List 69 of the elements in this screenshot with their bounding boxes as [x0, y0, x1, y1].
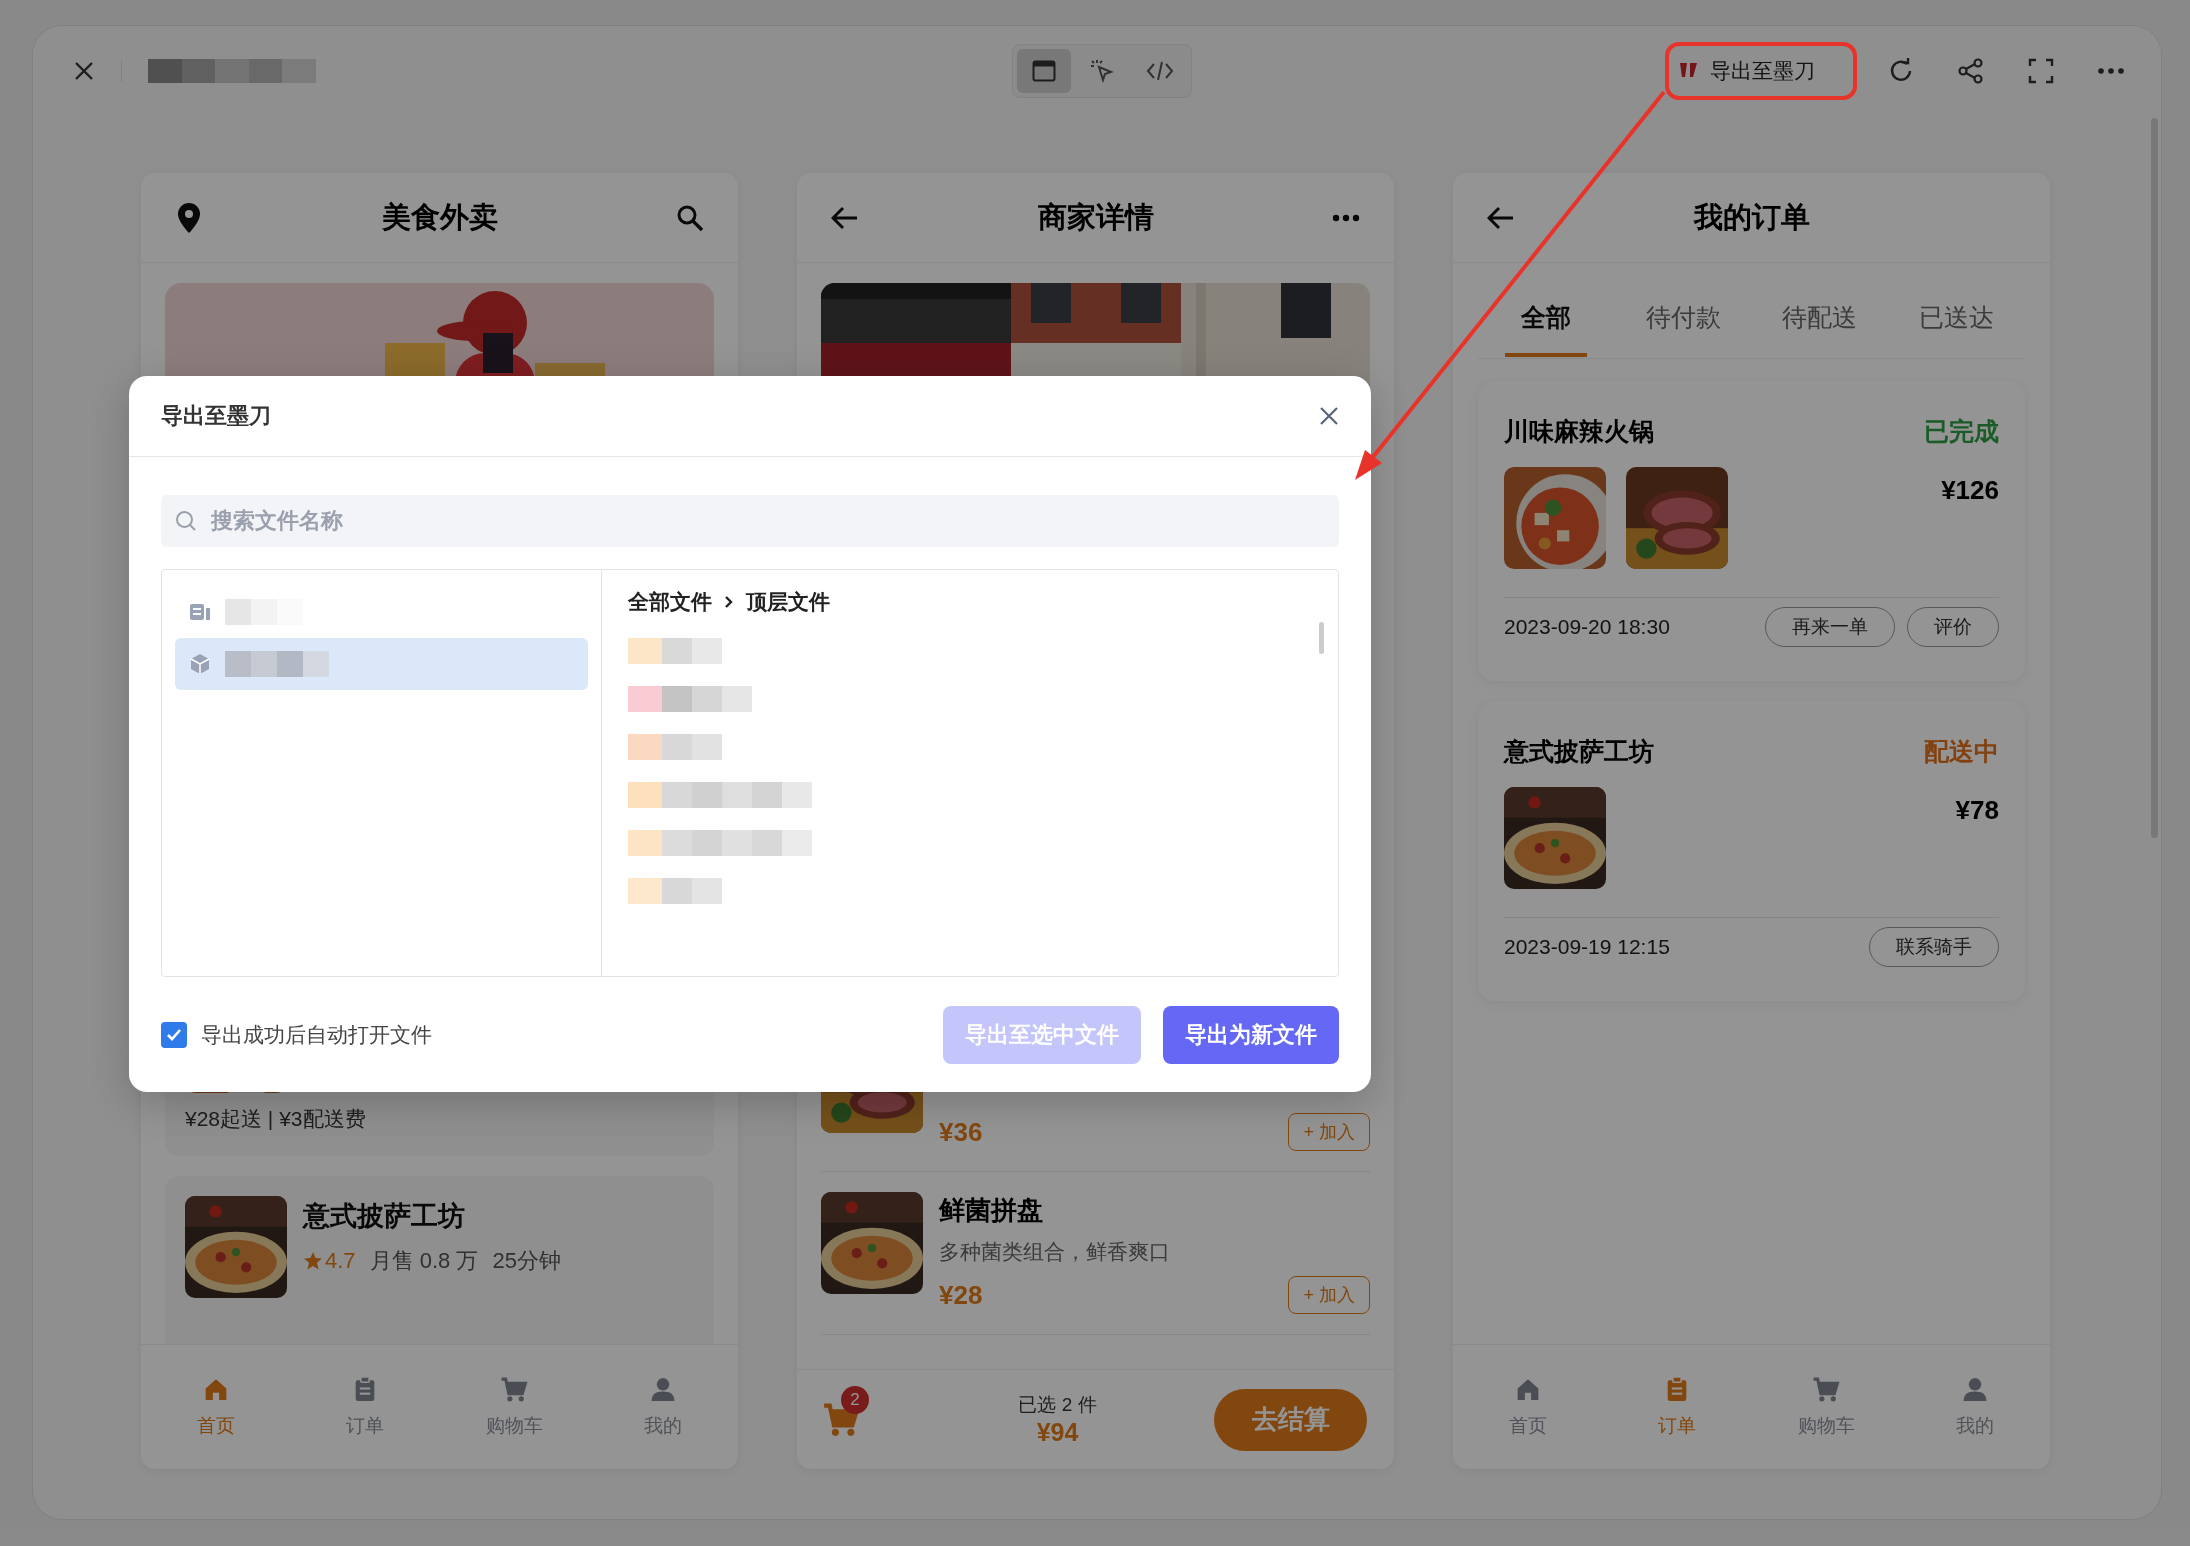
nav-tab[interactable]: 订单: [1657, 1375, 1696, 1439]
delivery-info: ¥28起送 | ¥3配送费: [185, 1106, 367, 1132]
order-status: 配送中: [1924, 735, 1999, 767]
selected-summary: 已选 2 件: [1018, 1393, 1097, 1417]
cart-icon: [1811, 1375, 1842, 1403]
order-action-button[interactable]: 再来一单: [1765, 606, 1895, 647]
order-tab[interactable]: 已送达: [1888, 263, 2025, 358]
add-button[interactable]: + 加入: [1288, 1276, 1370, 1314]
order-action-button[interactable]: 评价: [1907, 606, 1999, 647]
more-icon[interactable]: [1332, 213, 1360, 222]
cube-icon: [189, 653, 211, 675]
dialog-title: 导出至墨刀: [161, 402, 271, 430]
back-arrow-icon[interactable]: [831, 205, 859, 230]
cart-icon: [499, 1375, 530, 1403]
close-icon[interactable]: [73, 60, 95, 82]
nav-tab[interactable]: 我的: [644, 1375, 683, 1439]
chevron-right-icon: [724, 595, 734, 609]
code-icon: [1146, 60, 1174, 82]
order-action-button[interactable]: 联系骑手: [1869, 926, 1999, 967]
nav-tab[interactable]: 购物车: [485, 1375, 543, 1439]
restaurant-name: 意式披萨工坊: [303, 1200, 466, 1233]
scrollbar[interactable]: [1319, 622, 1324, 654]
order-status: 已完成: [1924, 415, 1999, 447]
order-tab[interactable]: 全部: [1478, 263, 1615, 358]
order-time: 2023-09-20 18:30: [1504, 614, 1670, 639]
nav-tab[interactable]: 首页: [196, 1375, 235, 1439]
search-field[interactable]: 搜索文件名称: [161, 495, 1339, 547]
search-icon: [175, 510, 197, 532]
checkmark-icon: [166, 1027, 182, 1042]
search-icon[interactable]: [676, 203, 704, 232]
nav-tab[interactable]: 我的: [1956, 1375, 1995, 1439]
screen-title: 美食外卖: [381, 199, 498, 235]
screen-title: 商家详情: [1037, 199, 1154, 235]
order-price: ¥78: [1955, 795, 1999, 826]
total-price: ¥94: [1036, 1418, 1079, 1447]
dish-price: ¥28: [939, 1279, 983, 1311]
shop-name: 川味麻辣火锅: [1504, 415, 1654, 447]
checkbox[interactable]: [161, 1021, 187, 1048]
cart-count-badge: 2: [841, 1385, 869, 1414]
dish-price: ¥36: [939, 1116, 983, 1148]
dish-name: 鲜菌拼盘: [939, 1194, 1044, 1227]
mode-button[interactable]: [1017, 49, 1071, 93]
close-icon[interactable]: [1319, 406, 1339, 426]
monthly-sales: 月售 0.8 万: [369, 1247, 479, 1275]
order-price: ¥126: [1941, 475, 1999, 506]
nav-tab[interactable]: 订单: [345, 1375, 384, 1439]
add-button[interactable]: + 加入: [1288, 1113, 1370, 1151]
export-new-file-button[interactable]: 导出为新文件: [1163, 1005, 1339, 1064]
rating: 4.7: [325, 1248, 356, 1274]
order-tab[interactable]: 待付款: [1614, 263, 1752, 358]
order-time: 2023-09-19 12:15: [1504, 934, 1670, 959]
screen-title: 我的订单: [1693, 199, 1810, 235]
breadcrumb-item[interactable]: 全部文件: [628, 588, 712, 616]
document-icon: [189, 603, 211, 621]
dish-description: 多种菌类组合，鲜香爽口: [939, 1239, 1171, 1265]
export-button[interactable]: 导出至墨刀: [1666, 46, 1827, 96]
nav-tab[interactable]: 购物车: [1797, 1375, 1855, 1439]
order-tab[interactable]: 待配送: [1751, 263, 1889, 358]
back-arrow-icon[interactable]: [1487, 205, 1515, 230]
shop-name: 意式披萨工坊: [1504, 735, 1654, 767]
pointer-click-icon: [1089, 58, 1115, 84]
breadcrumb-item[interactable]: 顶层文件: [746, 588, 830, 616]
location-pin-icon[interactable]: [177, 201, 201, 234]
window-icon: [1032, 60, 1056, 82]
nav-tab[interactable]: 首页: [1508, 1375, 1547, 1439]
checkout-button[interactable]: 去结算: [1214, 1388, 1367, 1451]
star-icon: [303, 1251, 323, 1271]
delivery-time: 25分钟: [492, 1247, 561, 1275]
checkbox-label: 导出成功后自动打开文件: [201, 1021, 432, 1048]
